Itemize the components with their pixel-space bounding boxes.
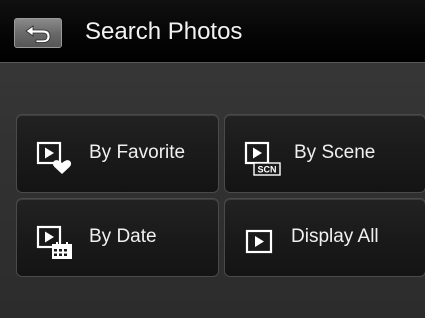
play-heart-icon (36, 141, 72, 174)
play-icon (245, 229, 273, 254)
page-title: Search Photos (85, 18, 243, 45)
back-arrow-icon (25, 25, 51, 43)
by-favorite-button[interactable]: By Favorite (16, 114, 219, 193)
by-date-button[interactable]: By Date (16, 198, 219, 277)
search-photos-screen: Search Photos By Favorite SCN By Scene B… (0, 0, 425, 318)
play-calendar-icon (36, 225, 72, 259)
display-all-label: Display All (291, 226, 379, 247)
by-favorite-label: By Favorite (89, 142, 186, 163)
by-date-label: By Date (89, 226, 157, 247)
display-all-button[interactable]: Display All (224, 198, 425, 277)
play-scn-icon: SCN (244, 141, 281, 176)
title-bar: Search Photos (0, 0, 425, 63)
by-scene-label: By Scene (294, 142, 376, 163)
scn-badge: SCN (257, 165, 276, 175)
back-button[interactable] (14, 18, 62, 48)
by-scene-button[interactable]: SCN By Scene (224, 114, 425, 193)
